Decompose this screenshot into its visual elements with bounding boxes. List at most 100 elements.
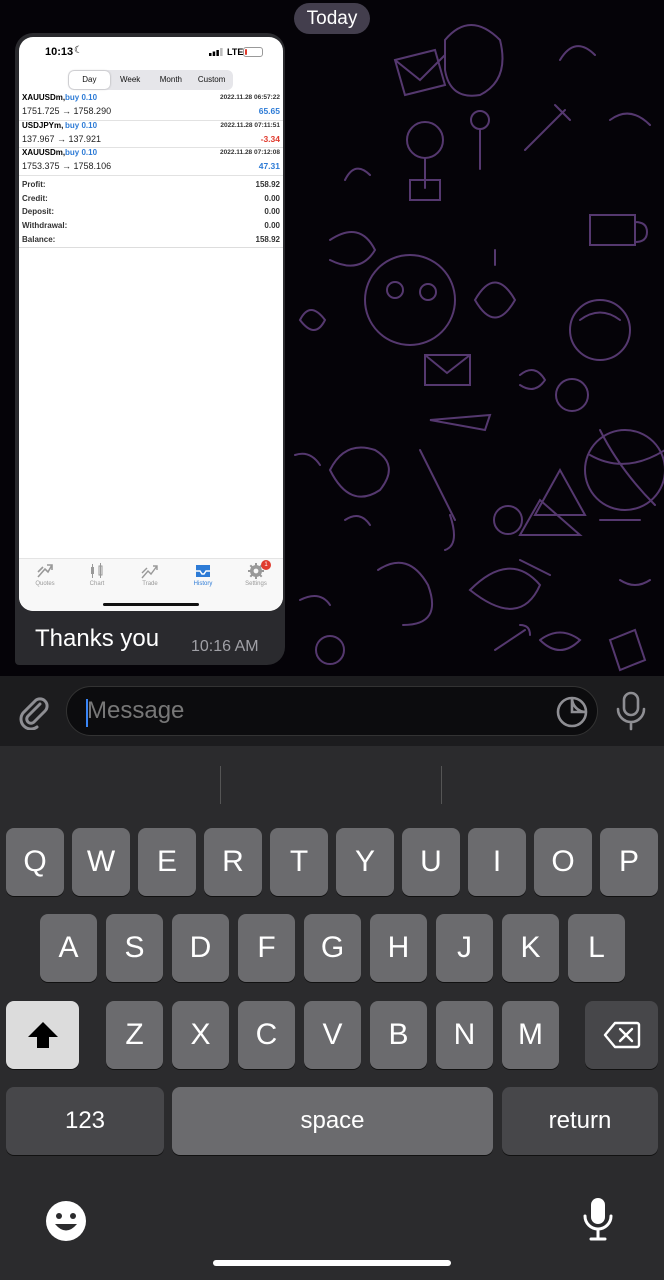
trade-direction: buy 0.10 bbox=[65, 148, 98, 157]
key-a[interactable]: A bbox=[40, 914, 97, 982]
shift-icon bbox=[27, 1022, 58, 1048]
tab-trade[interactable]: Trade bbox=[124, 563, 176, 595]
shift-key[interactable] bbox=[6, 1001, 79, 1069]
emoji-icon[interactable] bbox=[44, 1199, 88, 1243]
summary-value: 0.00 bbox=[264, 221, 280, 231]
trade-prices: 1751.725 → 1758.290 bbox=[22, 106, 112, 116]
key-b[interactable]: B bbox=[370, 1001, 427, 1069]
date-separator: Today bbox=[294, 3, 370, 34]
trade-icon bbox=[141, 565, 158, 579]
key-m[interactable]: M bbox=[502, 1001, 559, 1069]
trade-prices: 1753.375 → 1758.106 bbox=[22, 161, 112, 171]
trade-row[interactable]: USDJPYm, buy 0.10 2022.11.28 07:11:51 13… bbox=[19, 120, 283, 148]
tab-label: Quotes bbox=[35, 581, 55, 587]
summary-row-deposit: Deposit: 0.00 bbox=[19, 205, 283, 219]
shared-screenshot[interactable]: 10:13 ☾ LTE Day Week Month Custom XAUUSD… bbox=[19, 37, 283, 611]
trade-profit: 47.31 bbox=[258, 161, 280, 171]
trade-row[interactable]: XAUUSDm, buy 0.10 2022.11.28 06:57:22 17… bbox=[19, 93, 283, 121]
key-w[interactable]: W bbox=[72, 828, 130, 896]
account-summary: Profit: 158.92 Credit: 0.00 Deposit: 0.0… bbox=[19, 178, 283, 246]
trade-prices: 137.967 → 137.921 bbox=[22, 133, 102, 144]
segment-month[interactable]: Month bbox=[151, 71, 192, 89]
app-tab-bar: Quotes Chart Trade History 1 Settings bbox=[19, 558, 283, 611]
numbers-key[interactable]: 123 bbox=[6, 1087, 164, 1155]
battery-icon bbox=[243, 47, 263, 57]
key-t[interactable]: T bbox=[270, 828, 328, 896]
key-o[interactable]: O bbox=[534, 828, 592, 896]
tab-label: Chart bbox=[89, 581, 105, 587]
key-c[interactable]: C bbox=[238, 1001, 295, 1069]
segment-week[interactable]: Week bbox=[110, 71, 151, 89]
trade-history-list: XAUUSDm, buy 0.10 2022.11.28 06:57:22 17… bbox=[19, 93, 283, 176]
key-l[interactable]: L bbox=[568, 914, 625, 982]
sticker-icon[interactable] bbox=[555, 695, 589, 729]
key-u[interactable]: U bbox=[402, 828, 460, 896]
period-segmented-control: Day Week Month Custom bbox=[68, 70, 233, 90]
return-key[interactable]: return bbox=[502, 1087, 658, 1155]
summary-value: 158.92 bbox=[255, 180, 280, 189]
microphone-icon[interactable] bbox=[614, 691, 648, 731]
phone-status-bar: 10:13 ☾ LTE bbox=[19, 37, 283, 67]
message-input-bar: Message bbox=[0, 676, 664, 746]
tab-history[interactable]: History bbox=[177, 563, 229, 595]
key-f[interactable]: F bbox=[238, 914, 295, 982]
key-r[interactable]: R bbox=[204, 828, 262, 896]
key-v[interactable]: V bbox=[304, 1001, 361, 1069]
notification-badge: 1 bbox=[261, 560, 271, 570]
summary-label: Credit: bbox=[22, 193, 48, 203]
key-k[interactable]: K bbox=[502, 914, 559, 982]
key-n[interactable]: N bbox=[436, 1001, 493, 1069]
trade-row[interactable]: XAUUSDm, buy 0.10 2022.11.28 07:12:08 17… bbox=[19, 148, 283, 176]
trade-symbol: USDJPYm, bbox=[22, 120, 64, 130]
key-q[interactable]: Q bbox=[6, 828, 64, 896]
tab-chart[interactable]: Chart bbox=[71, 563, 123, 595]
trade-symbol: XAUUSDm, bbox=[22, 93, 66, 102]
summary-row-profit: Profit: 158.92 bbox=[19, 178, 283, 192]
summary-label: Profit: bbox=[22, 180, 46, 189]
dictation-mic-icon[interactable] bbox=[582, 1196, 614, 1242]
key-g[interactable]: G bbox=[304, 914, 361, 982]
key-y[interactable]: Y bbox=[336, 828, 394, 896]
onscreen-keyboard: Q W E R T Y U I O P A S D F G H J K L Z … bbox=[0, 746, 664, 1280]
trade-profit: -3.34 bbox=[260, 133, 280, 144]
delete-key[interactable] bbox=[585, 1001, 658, 1069]
key-j[interactable]: J bbox=[436, 914, 493, 982]
summary-row-credit: Credit: 0.00 bbox=[19, 192, 283, 206]
key-h[interactable]: H bbox=[370, 914, 427, 982]
tab-quotes[interactable]: Quotes bbox=[19, 563, 71, 595]
key-d[interactable]: D bbox=[172, 914, 229, 982]
message-text: Thanks you bbox=[35, 625, 160, 652]
divider bbox=[19, 247, 283, 248]
signal-icon bbox=[209, 48, 223, 56]
summary-label: Deposit: bbox=[22, 207, 54, 217]
suggestion-divider bbox=[220, 766, 221, 804]
history-icon bbox=[196, 565, 210, 577]
key-p[interactable]: P bbox=[600, 828, 658, 896]
network-label: LTE bbox=[227, 47, 244, 57]
phone-home-indicator bbox=[103, 603, 199, 606]
space-key[interactable]: space bbox=[172, 1087, 493, 1155]
trade-direction: buy 0.10 bbox=[65, 120, 98, 130]
suggestion-divider bbox=[441, 766, 442, 804]
trade-profit: 65.65 bbox=[258, 106, 280, 116]
key-z[interactable]: Z bbox=[106, 1001, 163, 1069]
summary-row-balance: Balance: 158.92 bbox=[19, 233, 283, 247]
chart-icon bbox=[91, 563, 103, 578]
segment-day[interactable]: Day bbox=[69, 71, 110, 89]
key-e[interactable]: E bbox=[138, 828, 196, 896]
trade-direction: buy 0.10 bbox=[65, 93, 98, 102]
key-s[interactable]: S bbox=[106, 914, 163, 982]
tab-label: Settings bbox=[245, 581, 267, 587]
key-x[interactable]: X bbox=[172, 1001, 229, 1069]
summary-value: 158.92 bbox=[255, 234, 280, 244]
summary-label: Balance: bbox=[22, 234, 56, 244]
trade-date: 2022.11.28 07:11:51 bbox=[220, 121, 280, 129]
key-i[interactable]: I bbox=[468, 828, 526, 896]
trade-symbol: XAUUSDm, bbox=[22, 148, 66, 157]
tab-settings[interactable]: 1 Settings bbox=[230, 560, 282, 595]
segment-custom[interactable]: Custom bbox=[191, 71, 232, 89]
tab-label: Trade bbox=[142, 581, 158, 587]
home-indicator bbox=[213, 1260, 451, 1266]
message-input[interactable]: Message bbox=[66, 686, 598, 736]
paperclip-icon[interactable] bbox=[14, 692, 52, 730]
